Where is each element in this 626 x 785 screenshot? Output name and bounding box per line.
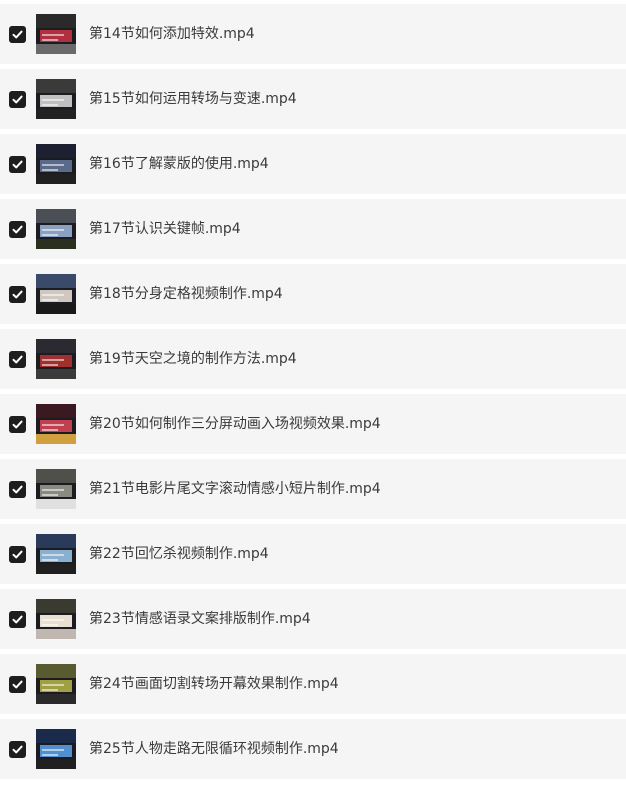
checkbox-checked-icon[interactable] [9, 286, 26, 303]
video-thumbnail [36, 664, 76, 704]
file-row[interactable]: 第15节如何运用转场与变速.mp4 [0, 69, 626, 129]
file-row[interactable]: 第22节回忆杀视频制作.mp4 [0, 524, 626, 584]
video-thumbnail [36, 14, 76, 54]
checkbox-checked-icon[interactable] [9, 481, 26, 498]
file-row[interactable]: 第17节认识关键帧.mp4 [0, 199, 626, 259]
file-name[interactable]: 第25节人物走路无限循环视频制作.mp4 [89, 719, 339, 779]
file-row[interactable]: 第14节如何添加特效.mp4 [0, 4, 626, 64]
file-name[interactable]: 第16节了解蒙版的使用.mp4 [89, 134, 269, 194]
video-thumbnail [36, 79, 76, 119]
video-thumbnail [36, 209, 76, 249]
file-name[interactable]: 第15节如何运用转场与变速.mp4 [89, 69, 297, 129]
video-thumbnail [36, 404, 76, 444]
checkbox-checked-icon[interactable] [9, 351, 26, 368]
checkbox-checked-icon[interactable] [9, 546, 26, 563]
checkbox-checked-icon[interactable] [9, 91, 26, 108]
video-thumbnail [36, 274, 76, 314]
video-thumbnail [36, 339, 76, 379]
file-row[interactable]: 第21节电影片尾文字滚动情感小短片制作.mp4 [0, 459, 626, 519]
file-row[interactable]: 第23节情感语录文案排版制作.mp4 [0, 589, 626, 649]
checkbox-checked-icon[interactable] [9, 26, 26, 43]
checkbox-checked-icon[interactable] [9, 676, 26, 693]
file-name[interactable]: 第22节回忆杀视频制作.mp4 [89, 524, 269, 584]
file-row[interactable]: 第16节了解蒙版的使用.mp4 [0, 134, 626, 194]
video-thumbnail [36, 469, 76, 509]
file-row[interactable]: 第20节如何制作三分屏动画入场视频效果.mp4 [0, 394, 626, 454]
checkbox-checked-icon[interactable] [9, 221, 26, 238]
video-thumbnail [36, 599, 76, 639]
file-name[interactable]: 第19节天空之境的制作方法.mp4 [89, 329, 297, 389]
checkbox-checked-icon[interactable] [9, 156, 26, 173]
checkbox-checked-icon[interactable] [9, 611, 26, 628]
file-row[interactable]: 第18节分身定格视频制作.mp4 [0, 264, 626, 324]
video-thumbnail [36, 729, 76, 769]
video-thumbnail [36, 534, 76, 574]
file-list: 第14节如何添加特效.mp4 第15节如何运用转场与变速.mp4 第16节了解蒙版的… [0, 0, 626, 785]
checkbox-checked-icon[interactable] [9, 741, 26, 758]
file-name[interactable]: 第24节画面切割转场开幕效果制作.mp4 [89, 654, 339, 714]
file-name[interactable]: 第23节情感语录文案排版制作.mp4 [89, 589, 311, 649]
checkbox-checked-icon[interactable] [9, 416, 26, 433]
file-row[interactable]: 第24节画面切割转场开幕效果制作.mp4 [0, 654, 626, 714]
file-name[interactable]: 第17节认识关键帧.mp4 [89, 199, 241, 259]
file-row[interactable]: 第25节人物走路无限循环视频制作.mp4 [0, 719, 626, 779]
file-name[interactable]: 第14节如何添加特效.mp4 [89, 4, 255, 64]
file-name[interactable]: 第20节如何制作三分屏动画入场视频效果.mp4 [89, 394, 381, 454]
file-row[interactable]: 第19节天空之境的制作方法.mp4 [0, 329, 626, 389]
file-name[interactable]: 第21节电影片尾文字滚动情感小短片制作.mp4 [89, 459, 381, 519]
file-name[interactable]: 第18节分身定格视频制作.mp4 [89, 264, 283, 324]
video-thumbnail [36, 144, 76, 184]
